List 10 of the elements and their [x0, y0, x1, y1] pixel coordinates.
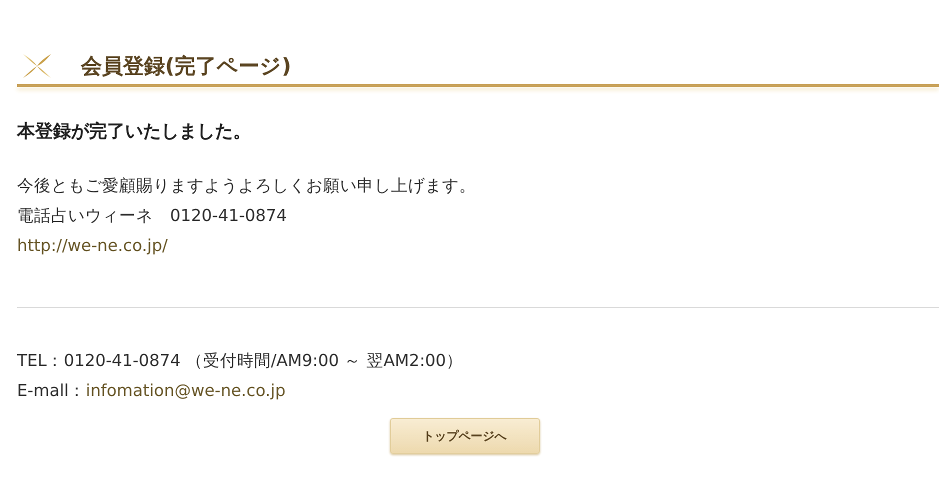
- tel-label: TEL：: [17, 351, 64, 370]
- completion-message: 本登録が完了いたしました。: [17, 120, 252, 143]
- tel-text: 0120-41-0874 （受付時間/AM9:00 ～ 翌AM2:00）: [64, 351, 464, 370]
- website-link[interactable]: http://we-ne.co.jp/: [17, 231, 168, 261]
- page-title: 会員登録(完了ページ): [81, 53, 292, 80]
- email-link[interactable]: infomation@we-ne.co.jp: [86, 381, 286, 400]
- top-page-button[interactable]: トップページへ: [390, 418, 540, 454]
- message-line: 今後ともご愛顧賜りますようよろしくお願い申し上げます。: [17, 175, 476, 197]
- email-label: E-mall：: [17, 381, 86, 400]
- message-line: 電話占いウィーネ 0120-41-0874: [17, 205, 287, 227]
